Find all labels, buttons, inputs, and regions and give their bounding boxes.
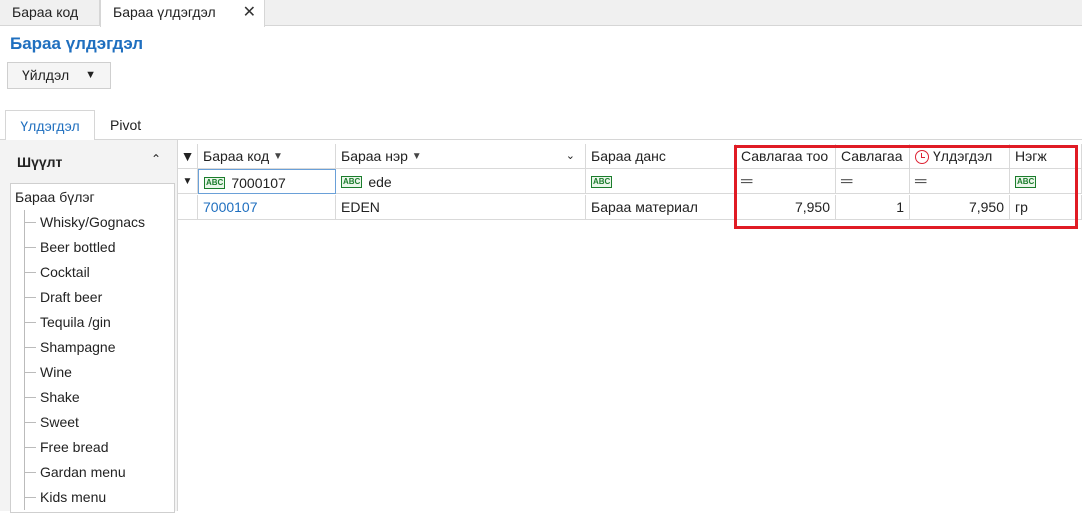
tree-item[interactable]: Shake bbox=[24, 385, 80, 410]
tree-item[interactable]: Free bread bbox=[24, 435, 108, 460]
filter-icon: ▼ bbox=[273, 151, 283, 162]
category-tree: Бараа бүлэг Whisky/Gognacs Beer bottled … bbox=[10, 183, 175, 513]
text-filter-icon: ABC bbox=[341, 176, 363, 189]
tree-item[interactable]: Tequila /gin bbox=[24, 310, 111, 335]
column-header-name[interactable]: Бараа нэр ▼ ⌄ bbox=[336, 144, 586, 169]
cell-account[interactable]: Бараа материал bbox=[586, 195, 736, 220]
tree-item[interactable]: Sweet bbox=[24, 410, 79, 435]
doc-tab-label: Бараа үлдэгдэл bbox=[113, 4, 216, 20]
chevron-up-icon[interactable]: ⌃ bbox=[151, 152, 161, 166]
doc-tab-item-balance[interactable]: Бараа үлдэгдэл ✕ bbox=[100, 0, 265, 27]
tree-item[interactable]: Draft beer bbox=[24, 285, 102, 310]
text-filter-icon: ABC bbox=[591, 176, 613, 189]
doc-tab-label: Бараа код bbox=[12, 4, 79, 20]
tree-item[interactable]: Wine bbox=[24, 360, 72, 385]
page-title: Бараа үлдэгдэл bbox=[10, 34, 144, 53]
filter-value: ede bbox=[368, 173, 392, 190]
tab-pivot[interactable]: Pivot bbox=[110, 110, 141, 140]
tree-item[interactable]: Shampagne bbox=[24, 335, 116, 360]
row-indicator bbox=[178, 195, 198, 220]
cell-code[interactable]: 7000107 bbox=[198, 195, 336, 220]
column-header-code[interactable]: Бараа код ▼ bbox=[198, 144, 336, 169]
view-tabs: Үлдэгдэл Pivot bbox=[0, 110, 1082, 141]
tree-root[interactable]: Бараа бүлэг bbox=[15, 189, 95, 205]
tree-item[interactable]: Kids menu bbox=[24, 485, 106, 510]
doc-tab-item-code[interactable]: Бараа код bbox=[0, 0, 100, 26]
filter-row-icon: ▼ bbox=[178, 169, 198, 194]
tab-balance[interactable]: Үлдэгдэл bbox=[5, 110, 95, 141]
chevron-down-icon[interactable]: ⌄ bbox=[566, 144, 575, 168]
action-menu-label: Үйлдэл bbox=[22, 67, 70, 83]
filter-panel-title: Шүүлт bbox=[17, 154, 63, 170]
highlight-box bbox=[734, 145, 1078, 229]
text-filter-icon: ABC bbox=[204, 177, 226, 190]
tree-item[interactable]: Whisky/Gognacs bbox=[24, 210, 145, 235]
chevron-down-icon: ▼ bbox=[85, 69, 96, 81]
filter-icon[interactable]: ▼ bbox=[178, 144, 198, 169]
filter-value: 7000107 bbox=[231, 174, 286, 191]
account-filter-input[interactable]: ABC bbox=[586, 169, 736, 194]
filter-icon: ▼ bbox=[411, 151, 422, 162]
name-filter-input[interactable]: ABC ede bbox=[336, 169, 586, 194]
column-header-label: Бараа нэр bbox=[341, 148, 408, 164]
code-filter-input[interactable]: ABC 7000107 bbox=[198, 169, 336, 194]
filter-panel: Шүүлт ⌃ Бараа бүлэг Whisky/Gognacs Beer … bbox=[0, 140, 178, 513]
column-header-label: Бараа код bbox=[203, 148, 270, 164]
tree-item[interactable]: Beer bottled bbox=[24, 235, 116, 260]
column-header-account[interactable]: Бараа данс bbox=[586, 144, 736, 169]
action-menu-button[interactable]: Үйлдэл ▼ bbox=[7, 62, 111, 89]
document-tabs: Бараа код Бараа үлдэгдэл ✕ bbox=[0, 0, 1082, 27]
tree-item[interactable]: Cocktail bbox=[24, 260, 90, 285]
cell-name[interactable]: EDEN bbox=[336, 195, 586, 220]
tree-item[interactable]: Gardan menu bbox=[24, 460, 126, 485]
close-icon[interactable]: ✕ bbox=[243, 0, 256, 25]
